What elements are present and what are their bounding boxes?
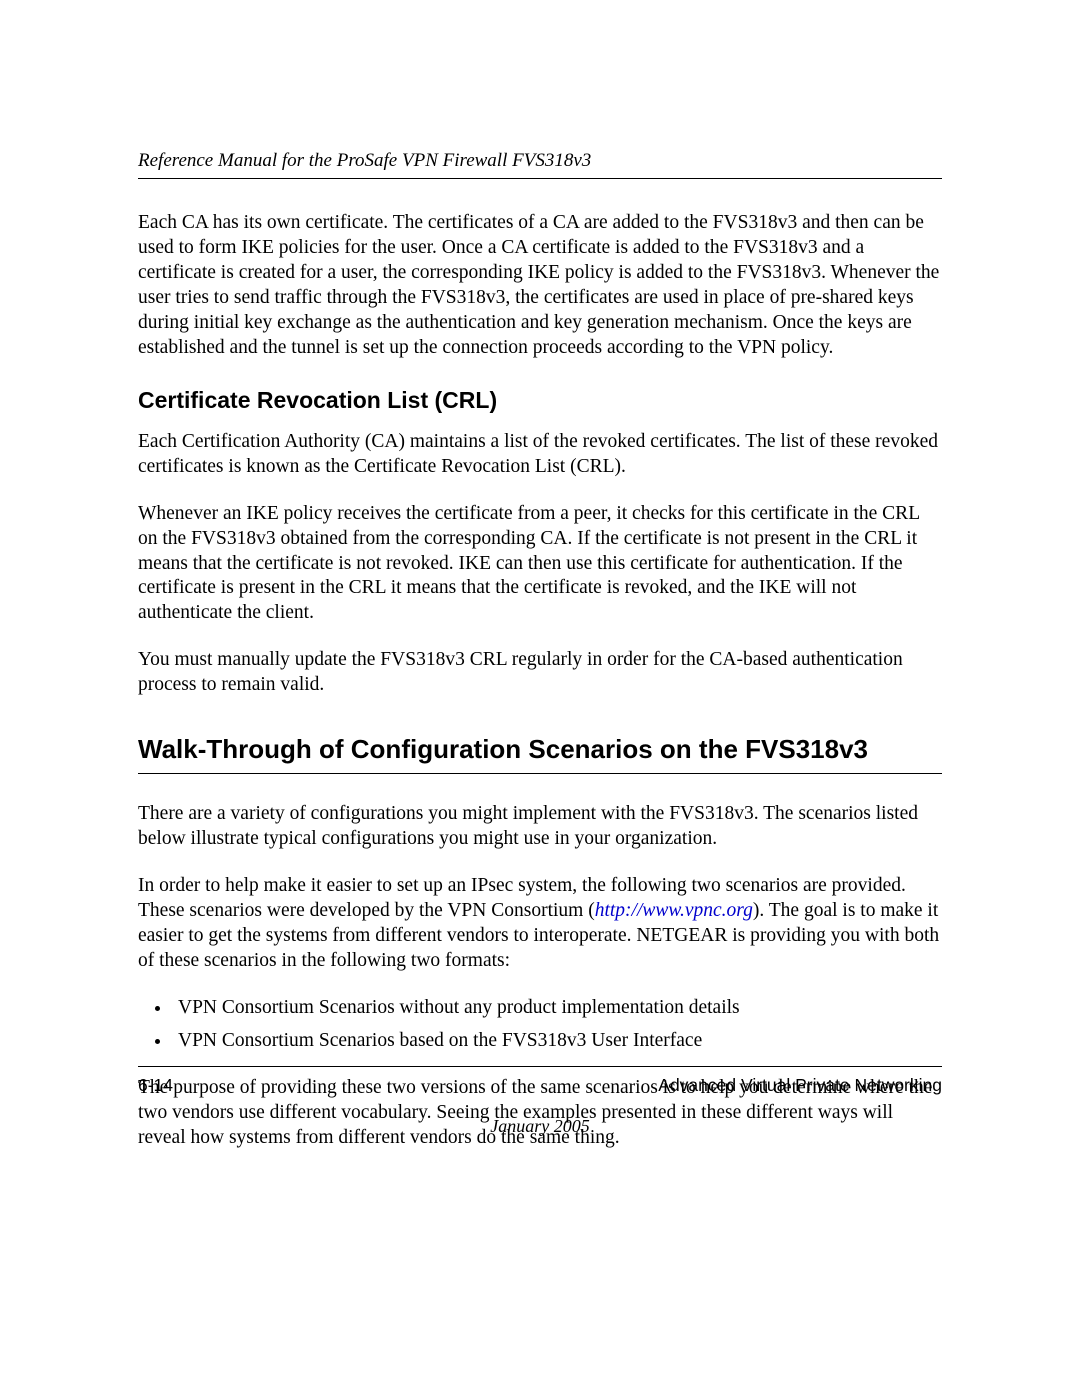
crl-paragraph-3: You must manually update the FVS318v3 CR…: [138, 648, 942, 698]
vpnc-link[interactable]: http://www.vpnc.org: [595, 900, 753, 921]
document-page: Reference Manual for the ProSafe VPN Fir…: [0, 0, 1080, 1397]
heading-walkthrough: Walk-Through of Configuration Scenarios …: [138, 734, 942, 765]
page-number: 6-14: [138, 1075, 173, 1096]
walk-paragraph-2: In order to help make it easier to set u…: [138, 874, 942, 974]
footer-rule: [138, 1066, 942, 1067]
chapter-title: Advanced Virtual Private Networking: [658, 1075, 942, 1096]
list-item: VPN Consortium Scenarios without any pro…: [172, 996, 942, 1021]
page-footer: 6-14 Advanced Virtual Private Networking…: [138, 1066, 942, 1137]
running-header: Reference Manual for the ProSafe VPN Fir…: [138, 150, 942, 179]
footer-date: January 2005: [138, 1116, 942, 1137]
intro-paragraph: Each CA has its own certificate. The cer…: [138, 211, 942, 361]
heading-rule: [138, 773, 942, 774]
walk-paragraph-1: There are a variety of configurations yo…: [138, 802, 942, 852]
walk-bullet-list: VPN Consortium Scenarios without any pro…: [138, 996, 942, 1054]
heading-crl: Certificate Revocation List (CRL): [138, 387, 942, 414]
crl-paragraph-1: Each Certification Authority (CA) mainta…: [138, 430, 942, 480]
list-item: VPN Consortium Scenarios based on the FV…: [172, 1029, 942, 1054]
crl-paragraph-2: Whenever an IKE policy receives the cert…: [138, 502, 942, 627]
